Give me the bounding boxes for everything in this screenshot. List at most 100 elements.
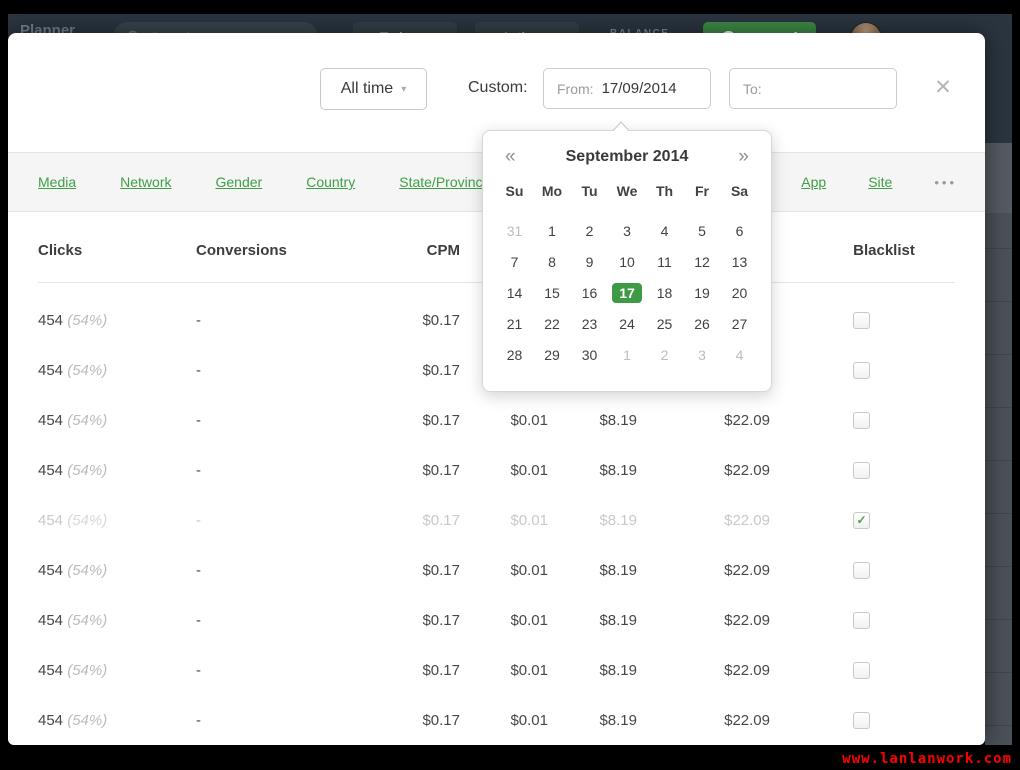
calendar-day[interactable]: 2 <box>646 339 684 370</box>
table-row: 454 (54%)-$0.17$0.01$8.19$22.09 <box>8 546 985 596</box>
date-range-dropdown[interactable]: All time ▾ <box>320 68 427 110</box>
calendar-day[interactable]: 10 <box>608 246 646 277</box>
calendar-day[interactable]: 25 <box>646 308 684 339</box>
cell-money-value: $0.01 <box>448 396 548 446</box>
cell-clicks: 454 (54%) <box>38 696 107 745</box>
column-header-conversions: Conversions <box>196 242 287 259</box>
tab-state-province[interactable]: State/Province <box>399 174 490 190</box>
cell-clicks: 454 (54%) <box>38 596 107 646</box>
calendar-day[interactable]: 4 <box>646 215 684 246</box>
blacklist-checkbox[interactable] <box>853 412 870 429</box>
calendar-day[interactable]: 14 <box>496 277 534 308</box>
cell-money-value: $0.01 <box>448 596 548 646</box>
cell-clicks: 454 (54%) <box>38 646 107 696</box>
popover-caret <box>612 121 630 131</box>
cell-money-value: $0.17 <box>360 696 460 745</box>
calendar-day[interactable]: 1 <box>533 215 571 246</box>
cell-money-value: $0.17 <box>360 546 460 596</box>
blacklist-checkbox[interactable] <box>853 312 870 329</box>
calendar-day[interactable]: 22 <box>533 308 571 339</box>
cell-conversions: - <box>196 546 201 596</box>
calendar-day[interactable]: 16 <box>571 277 609 308</box>
cell-conversions: - <box>196 696 201 745</box>
cell-conversions: - <box>196 396 201 446</box>
cell-conversions: - <box>196 296 201 346</box>
calendar-day[interactable]: 3 <box>683 339 721 370</box>
prev-month-icon[interactable]: « <box>505 147 516 167</box>
calendar-day[interactable]: 6 <box>721 215 759 246</box>
cell-money-value: $22.09 <box>670 696 770 745</box>
from-date-input[interactable]: From: 17/09/2014 <box>543 68 711 109</box>
calendar-day[interactable]: 31 <box>496 215 534 246</box>
blacklist-checkbox-checked[interactable]: ✓ <box>853 512 870 529</box>
next-month-icon[interactable]: » <box>738 147 749 167</box>
cell-clicks: 454 (54%) <box>38 296 107 346</box>
chevron-down-icon: ▾ <box>401 84 406 95</box>
calendar-day[interactable]: 2 <box>571 215 609 246</box>
calendar-day[interactable]: 12 <box>683 246 721 277</box>
more-tabs-icon[interactable]: ••• <box>934 175 957 190</box>
weekday-label: We <box>608 177 646 205</box>
cell-conversions: - <box>196 596 201 646</box>
cell-money-value: $22.09 <box>670 446 770 496</box>
weekday-label: Mo <box>533 177 571 205</box>
calendar-day[interactable]: 21 <box>496 308 534 339</box>
cell-clicks-percent: (54%) <box>67 512 107 529</box>
blacklist-checkbox[interactable] <box>853 662 870 679</box>
tab-site[interactable]: Site <box>868 174 892 190</box>
calendar-day[interactable]: 19 <box>683 277 721 308</box>
to-date-input[interactable]: To: <box>729 68 897 109</box>
tab-app[interactable]: App <box>801 174 826 190</box>
column-header-cpm: CPM <box>360 242 460 259</box>
calendar-day[interactable]: 29 <box>533 339 571 370</box>
background-page-strip <box>985 143 1012 745</box>
cell-money-value: $22.09 <box>670 496 770 546</box>
cell-clicks: 454 (54%) <box>38 346 107 396</box>
calendar-day[interactable]: 27 <box>721 308 759 339</box>
calendar-day[interactable]: 26 <box>683 308 721 339</box>
cell-conversions: - <box>196 446 201 496</box>
cell-money-value: $0.01 <box>448 446 548 496</box>
close-icon[interactable]: ✕ <box>930 75 956 101</box>
calendar-day-grid: 3112345678910111213141516171819202122232… <box>483 215 771 370</box>
cell-money-value: $8.19 <box>537 546 637 596</box>
blacklist-checkbox[interactable] <box>853 612 870 629</box>
calendar-day[interactable]: 23 <box>571 308 609 339</box>
cell-money-value: $0.17 <box>360 596 460 646</box>
cell-clicks-percent: (54%) <box>67 462 107 479</box>
calendar-day[interactable]: 3 <box>608 215 646 246</box>
cell-conversions: - <box>196 346 201 396</box>
calendar-day[interactable]: 13 <box>721 246 759 277</box>
calendar-day[interactable]: 18 <box>646 277 684 308</box>
tab-country[interactable]: Country <box>306 174 355 190</box>
tab-media[interactable]: Media <box>38 174 76 190</box>
calendar-day-selected[interactable]: 17 <box>608 277 646 308</box>
calendar-day[interactable]: 8 <box>533 246 571 277</box>
cell-clicks-percent: (54%) <box>67 712 107 729</box>
cell-clicks-percent: (54%) <box>67 612 107 629</box>
calendar-day[interactable]: 20 <box>721 277 759 308</box>
datepicker-popover: « September 2014 » SuMoTuWeThFrSa 311234… <box>482 130 772 392</box>
column-header-clicks: Clicks <box>38 242 82 259</box>
blacklist-checkbox[interactable] <box>853 462 870 479</box>
calendar-day[interactable]: 15 <box>533 277 571 308</box>
calendar-day[interactable]: 9 <box>571 246 609 277</box>
calendar-day[interactable]: 28 <box>496 339 534 370</box>
calendar-day[interactable]: 4 <box>721 339 759 370</box>
cell-clicks-percent: (54%) <box>67 312 107 329</box>
calendar-day[interactable]: 5 <box>683 215 721 246</box>
calendar-day[interactable]: 1 <box>608 339 646 370</box>
blacklist-checkbox[interactable] <box>853 562 870 579</box>
calendar-day[interactable]: 30 <box>571 339 609 370</box>
table-row: 454 (54%)-$0.17$0.01$8.19$22.09 <box>8 696 985 745</box>
cell-money-value: $0.17 <box>360 396 460 446</box>
calendar-day[interactable]: 24 <box>608 308 646 339</box>
cell-money-value: $0.17 <box>360 296 460 346</box>
tab-gender[interactable]: Gender <box>216 174 263 190</box>
blacklist-checkbox[interactable] <box>853 712 870 729</box>
table-row: 454 (54%)-$0.17$0.01$8.19$22.09 <box>8 446 985 496</box>
calendar-day[interactable]: 7 <box>496 246 534 277</box>
calendar-day[interactable]: 11 <box>646 246 684 277</box>
tab-network[interactable]: Network <box>120 174 171 190</box>
blacklist-checkbox[interactable] <box>853 362 870 379</box>
